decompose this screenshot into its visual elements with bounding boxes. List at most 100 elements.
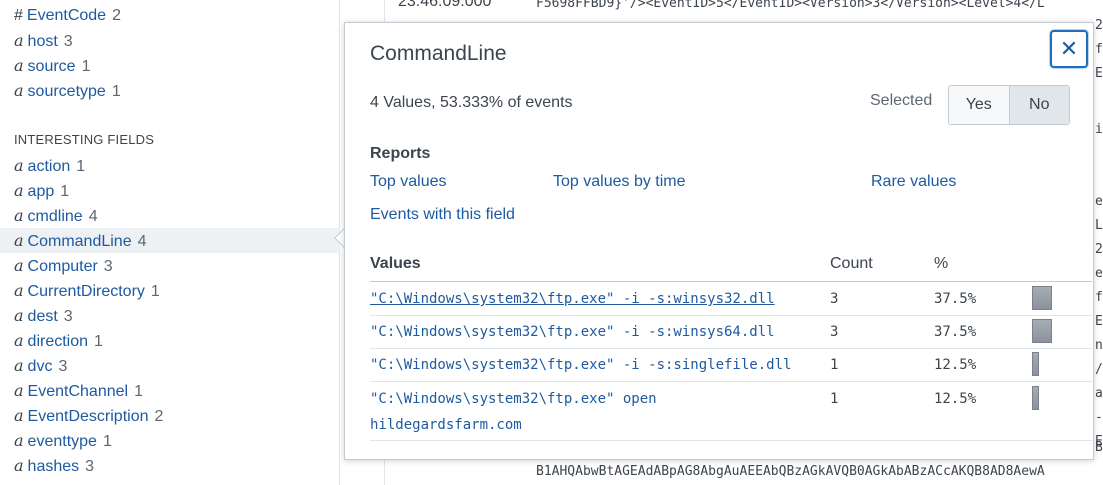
string-type-icon: a: [14, 456, 24, 475]
string-type-icon: a: [14, 331, 24, 350]
count-column-header: Count: [830, 255, 873, 272]
close-button[interactable]: ✕: [1050, 30, 1088, 68]
field-count: 1: [150, 283, 160, 300]
table-row-count: 1: [830, 357, 839, 373]
field-action[interactable]: a action 1: [0, 153, 340, 178]
table-row-count: 3: [830, 291, 839, 307]
table-row-value[interactable]: "C:\Windows\system32\ftp.exe" -i -s:wins…: [370, 286, 775, 312]
string-type-icon: a: [14, 156, 24, 175]
field-source[interactable]: a source 1: [0, 53, 340, 78]
row-divider: [370, 381, 1092, 382]
string-type-icon: a: [14, 181, 24, 200]
string-type-icon: a: [14, 281, 24, 300]
field-currentdirectory[interactable]: a CurrentDirectory 1: [0, 278, 340, 303]
field-dest[interactable]: a dest 3: [0, 303, 340, 328]
row-divider: [370, 348, 1092, 349]
field-name: source: [27, 58, 76, 75]
field-name: direction: [27, 333, 89, 350]
reports-heading: Reports: [370, 145, 431, 162]
event-edge-char: n: [1095, 338, 1103, 353]
string-type-icon: a: [14, 81, 24, 100]
field-name: sourcetype: [27, 83, 106, 100]
field-name: host: [27, 33, 58, 50]
string-type-icon: a: [14, 31, 24, 50]
event-edge-char: B: [1095, 440, 1103, 455]
field-host[interactable]: a host 3: [0, 28, 340, 53]
field-eventchannel[interactable]: a EventChannel 1: [0, 378, 340, 403]
field-count: 3: [103, 258, 113, 275]
field-count: 3: [58, 358, 68, 375]
field-name: dvc: [27, 358, 53, 375]
field-app[interactable]: a app 1: [0, 178, 340, 203]
field-eventcode[interactable]: # EventCode 2: [0, 3, 340, 28]
field-count: 1: [102, 433, 112, 450]
percent-column-header: %: [934, 255, 949, 272]
string-type-icon: a: [14, 306, 24, 325]
field-name: dest: [27, 308, 58, 325]
table-row-bar: [1032, 319, 1052, 343]
field-cmdline[interactable]: a cmdline 4: [0, 203, 340, 228]
event-edge-char: 2: [1095, 18, 1103, 33]
table-row-count: 1: [830, 391, 839, 407]
event-edge-char: a: [1095, 386, 1103, 401]
field-name: EventDescription: [27, 408, 149, 425]
table-row-value[interactable]: "C:\Windows\system32\ftp.exe" open: [370, 386, 657, 412]
selected-no-button[interactable]: No: [1008, 86, 1069, 124]
field-count: 3: [85, 458, 95, 475]
selected-toggle: Yes No: [948, 85, 1070, 125]
field-count: 4: [88, 208, 98, 225]
event-edge-char: e: [1095, 194, 1103, 209]
field-sourcetype[interactable]: a sourcetype 1: [0, 78, 340, 103]
table-row-value[interactable]: "C:\Windows\system32\ftp.exe" -i -s:wins…: [370, 319, 775, 345]
field-count: 1: [81, 58, 91, 75]
event-edge-char: E: [1095, 66, 1103, 81]
number-type-icon: #: [14, 7, 23, 24]
top-values-by-time-link[interactable]: Top values by time: [553, 173, 686, 191]
field-count: 3: [63, 33, 73, 50]
field-count: 1: [60, 183, 70, 200]
field-count: 3: [63, 308, 73, 325]
string-type-icon: a: [14, 356, 24, 375]
field-eventdescription[interactable]: a EventDescription 2: [0, 403, 340, 428]
field-count: 2: [154, 408, 164, 425]
string-type-icon: a: [14, 431, 24, 450]
field-computer[interactable]: a Computer 3: [0, 253, 340, 278]
field-name: eventtype: [27, 433, 97, 450]
table-row-value[interactable]: "C:\Windows\system32\ftp.exe" -i -s:sing…: [370, 352, 791, 378]
field-count: 1: [111, 83, 121, 100]
top-values-link[interactable]: Top values: [370, 173, 447, 191]
field-name: CommandLine: [27, 233, 132, 250]
rare-values-link[interactable]: Rare values: [871, 173, 956, 191]
table-row-bar: [1032, 286, 1052, 310]
selected-yes-button[interactable]: Yes: [949, 86, 1009, 124]
events-with-field-link[interactable]: Events with this field: [370, 206, 515, 224]
table-row-count: 3: [830, 324, 839, 340]
field-commandline[interactable]: a CommandLine 4: [0, 228, 340, 253]
field-count: 4: [137, 233, 147, 250]
table-row-value-continued[interactable]: hildegardsfarm.com: [370, 412, 522, 438]
field-count: 1: [76, 158, 86, 175]
interesting-fields-heading: INTERESTING FIELDS: [14, 132, 155, 147]
selected-label: Selected: [870, 92, 933, 109]
event-time: 23:46:09.000: [398, 0, 492, 10]
field-name: action: [27, 158, 71, 175]
field-hashes[interactable]: a hashes 3: [0, 453, 340, 478]
field-name: cmdline: [27, 208, 83, 225]
field-count: 1: [94, 333, 103, 350]
field-name: CurrentDirectory: [27, 283, 145, 300]
values-column-header: Values: [370, 255, 421, 272]
event-edge-char: /: [1095, 362, 1103, 377]
popup-title: CommandLine: [370, 42, 507, 65]
field-name: EventCode: [26, 7, 107, 24]
string-type-icon: a: [14, 381, 24, 400]
table-row-percent: 12.5%: [934, 357, 977, 373]
event-raw-line: F5698FFBD9}'/><EventID>5</EventID><Versi…: [536, 0, 1045, 11]
field-name: hashes: [27, 458, 80, 475]
field-name: Computer: [27, 258, 98, 275]
field-direction[interactable]: a direction 1: [0, 328, 340, 353]
field-eventtype[interactable]: a eventtype 1: [0, 428, 340, 453]
event-edge-char: L: [1095, 218, 1103, 233]
row-divider: [370, 315, 1092, 316]
field-dvc[interactable]: a dvc 3: [0, 353, 340, 378]
field-count: 1: [134, 383, 143, 400]
